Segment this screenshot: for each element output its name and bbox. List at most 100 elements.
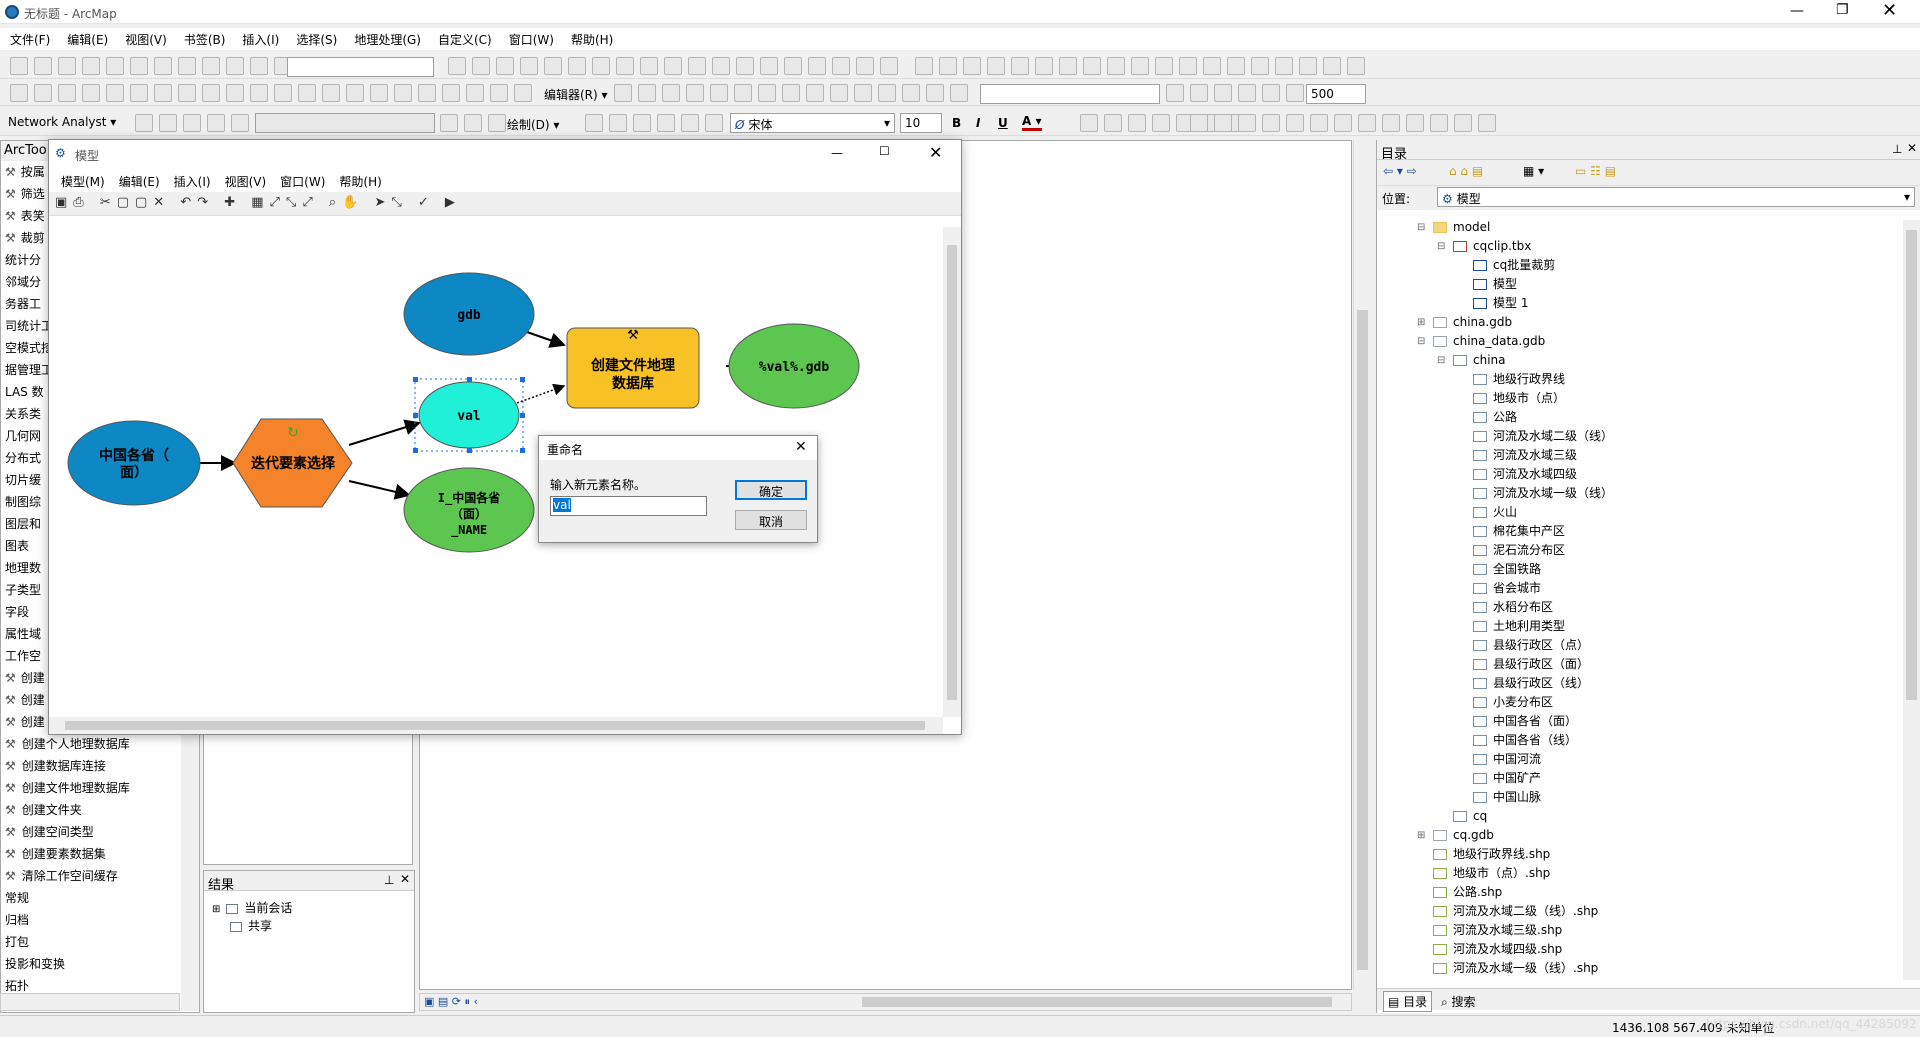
model-menu-item[interactable]: 插入(I) xyxy=(174,173,211,190)
toolbar-button-icon[interactable] xyxy=(1454,114,1472,132)
toolbox-tool[interactable]: ⚒ 清除工作空间缓存 xyxy=(1,865,199,887)
toolbar-button-icon[interactable] xyxy=(1286,84,1304,102)
toolbar-button-icon[interactable] xyxy=(592,57,610,75)
toolbar-button-icon[interactable] xyxy=(154,84,172,102)
model-menu-item[interactable]: 模型(M) xyxy=(61,173,105,190)
toolbar-button-icon[interactable] xyxy=(1275,57,1293,75)
toolbar-button-icon[interactable] xyxy=(1334,114,1352,132)
toolbar-button-icon[interactable] xyxy=(418,84,436,102)
cancel-button[interactable]: 取消 xyxy=(735,510,807,530)
toolbar-button-icon[interactable] xyxy=(939,57,957,75)
toolbar-button-icon[interactable] xyxy=(664,57,682,75)
toolbar-button-icon[interactable] xyxy=(490,84,508,102)
catalog-tree-item[interactable]: 水稻分布区 xyxy=(1377,598,1897,617)
toolbar-button-icon[interactable] xyxy=(1251,57,1269,75)
close-icon[interactable]: ✕ xyxy=(400,872,410,886)
catalog-tree-item[interactable]: 地级行政界线.shp xyxy=(1377,845,1897,864)
toolbar-button-icon[interactable] xyxy=(880,57,898,75)
toolbar-button-icon[interactable] xyxy=(736,57,754,75)
results-item-share[interactable]: 共享 xyxy=(230,917,272,934)
toolbar-button-icon[interactable] xyxy=(1190,84,1208,102)
catalog-tree-item[interactable]: 河流及水域三级 xyxy=(1377,446,1897,465)
model-menu-item[interactable]: 编辑(E) xyxy=(119,173,160,190)
toolbar-button-icon[interactable] xyxy=(686,84,704,102)
ok-button[interactable]: 确定 xyxy=(735,480,807,500)
toolbar-button-icon[interactable] xyxy=(1214,114,1232,132)
toolbar-button-icon[interactable] xyxy=(135,114,153,132)
catalog-tree-item[interactable]: 棉花集中产区 xyxy=(1377,522,1897,541)
toolbar-button-icon[interactable] xyxy=(1347,57,1365,75)
expand-toggle-icon[interactable]: ⊟ xyxy=(1417,218,1425,237)
model-hscroll[interactable] xyxy=(49,717,943,734)
toolbar-button-icon[interactable] xyxy=(926,84,944,102)
catalog-tree-item[interactable]: 火山 xyxy=(1377,503,1897,522)
toolbar-button-icon[interactable] xyxy=(830,84,848,102)
toolbar-button-icon[interactable] xyxy=(298,84,316,102)
catalog-tree-item[interactable]: ⊟ china_data.gdb xyxy=(1377,332,1897,351)
catalog-tree-item[interactable]: 地级市（点）.shp xyxy=(1377,864,1897,883)
menu-item[interactable]: 地理处理(G) xyxy=(354,31,421,48)
catalog-tree-item[interactable]: 县级行政区（线） xyxy=(1377,674,1897,693)
toolbar-button-icon[interactable] xyxy=(394,84,412,102)
val-variable-node[interactable]: val xyxy=(413,377,525,453)
toolbar-button-icon[interactable] xyxy=(1214,84,1232,102)
toolbar-button-icon[interactable] xyxy=(640,57,658,75)
toolbar-button-icon[interactable] xyxy=(274,84,292,102)
toolbar-button-icon[interactable] xyxy=(1107,57,1125,75)
toolbar-button-icon[interactable] xyxy=(758,84,776,102)
toolbar-button-icon[interactable] xyxy=(544,57,562,75)
catalog-tree-item[interactable]: 中国河流 xyxy=(1377,750,1897,769)
catalog-tree-item[interactable]: 县级行政区（面） xyxy=(1377,655,1897,674)
toolbar-button-icon[interactable] xyxy=(1286,114,1304,132)
menu-item[interactable]: 窗口(W) xyxy=(509,31,554,48)
toolbar-button-icon[interactable] xyxy=(322,84,340,102)
catalog-tree-item[interactable]: 全国铁路 xyxy=(1377,560,1897,579)
close-icon[interactable]: ✕ xyxy=(1907,141,1917,155)
catalog-tree-item[interactable]: 河流及水域四级 xyxy=(1377,465,1897,484)
underline-button[interactable]: U xyxy=(998,116,1008,130)
toolbar-button-icon[interactable] xyxy=(154,57,172,75)
toolbar-button-icon[interactable] xyxy=(1059,57,1077,75)
network-combo[interactable] xyxy=(255,113,435,133)
toolbox-tool[interactable]: ⚒ 创建个人地理数据库 xyxy=(1,733,199,755)
toolbar-button-icon[interactable] xyxy=(183,114,201,132)
gdb-node[interactable]: gdb xyxy=(403,272,535,356)
catalog-tree-item[interactable]: 泥石流分布区 xyxy=(1377,541,1897,560)
catalog-tree-item[interactable]: 河流及水域一级（线） xyxy=(1377,484,1897,503)
network-analyst-toolbar[interactable]: Network Analyst ▾ xyxy=(8,115,116,129)
toolbar-button-icon[interactable] xyxy=(609,114,627,132)
toolbar-button-icon[interactable] xyxy=(878,84,896,102)
up-folder-icon[interactable]: ⌂ ⌂ ▤ xyxy=(1449,164,1483,178)
toolbar-button-icon[interactable] xyxy=(1155,57,1173,75)
toolbar-button-icon[interactable] xyxy=(250,57,268,75)
toolbar-button-icon[interactable] xyxy=(466,84,484,102)
scale-input[interactable]: 500 xyxy=(1306,84,1366,104)
toolbar-button-icon[interactable] xyxy=(82,57,100,75)
toolbar-button-icon[interactable] xyxy=(782,84,800,102)
minimize-button[interactable]: — xyxy=(1790,3,1804,19)
toolbar-button-icon[interactable] xyxy=(226,57,244,75)
toolbar-button-icon[interactable] xyxy=(616,57,634,75)
catalog-tree-item[interactable]: 河流及水域三级.shp xyxy=(1377,921,1897,940)
toolbox-hscroll[interactable] xyxy=(0,993,180,1011)
pin-icon[interactable]: ⊥ xyxy=(384,873,394,887)
catalog-tree-item[interactable]: 模型 1 xyxy=(1377,294,1897,313)
toolbar-button-icon[interactable] xyxy=(808,57,826,75)
expand-toggle-icon[interactable]: ⊟ xyxy=(1437,237,1445,256)
toolbar-button-icon[interactable] xyxy=(202,57,220,75)
close-button[interactable]: ✕ xyxy=(1882,0,1897,21)
model-menu-item[interactable]: 视图(V) xyxy=(225,173,267,190)
catalog-tree-item[interactable]: cq xyxy=(1377,807,1897,826)
toolbar-button-icon[interactable] xyxy=(10,84,28,102)
catalog-tree-item[interactable]: ⊟ china xyxy=(1377,351,1897,370)
toolbar-button-icon[interactable] xyxy=(568,57,586,75)
toolbar-button-icon[interactable] xyxy=(614,84,632,102)
toolbar-button-icon[interactable] xyxy=(1203,57,1221,75)
model-menu-item[interactable]: 窗口(W) xyxy=(280,173,325,190)
layer-combo[interactable] xyxy=(980,84,1160,104)
catalog-tree-item[interactable]: ⊞ china.gdb xyxy=(1377,313,1897,332)
toolbar-button-icon[interactable] xyxy=(1190,114,1208,132)
toolbar-button-icon[interactable] xyxy=(705,114,723,132)
toolbar-button-icon[interactable] xyxy=(854,84,872,102)
toolbar-button-icon[interactable] xyxy=(202,84,220,102)
